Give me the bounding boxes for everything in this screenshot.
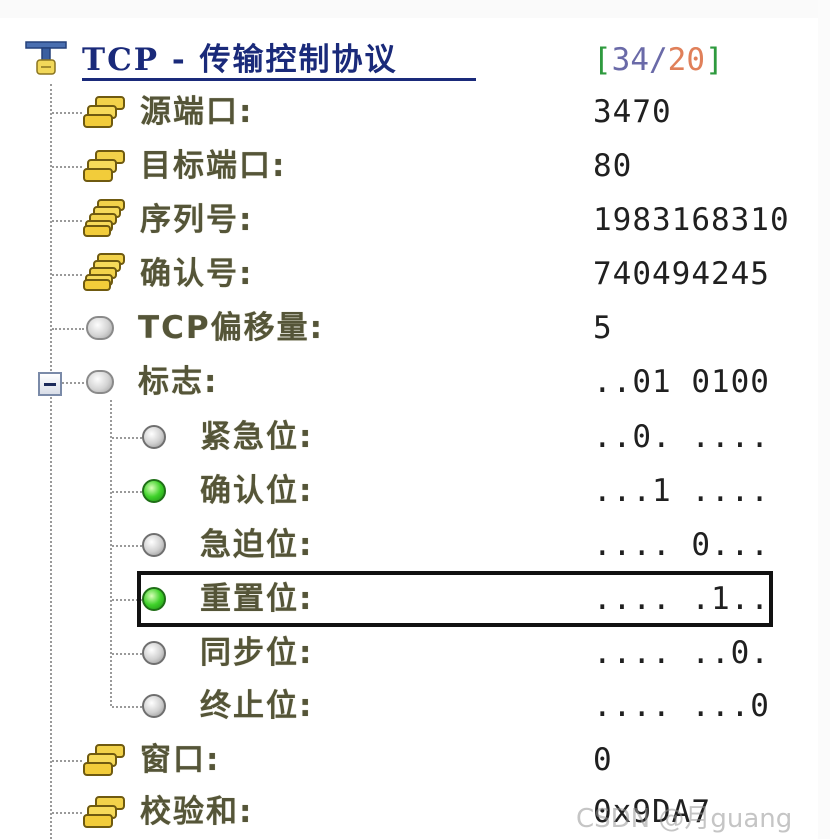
flag-row-syn[interactable]: 同步位: .... ..0. xyxy=(0,626,830,680)
field-row-ack-number[interactable]: 确认号: 740494245 xyxy=(0,247,830,301)
flag-row-push[interactable]: 急迫位: .... 0... xyxy=(0,518,830,572)
field-value: 3470 xyxy=(593,94,672,130)
field-value: 5 xyxy=(593,310,613,346)
flag-value: .... ...0 xyxy=(593,688,770,724)
flag-label: 终止位: xyxy=(200,688,314,724)
counter-length: 20 xyxy=(667,42,705,78)
field-label: 校验和: xyxy=(140,794,254,830)
byte-counter: [34/20] xyxy=(593,40,724,80)
flag-row-ack[interactable]: 确认位: ...1 .... xyxy=(0,464,830,518)
protocol-title[interactable]: TCP - 传输控制协议 xyxy=(82,40,398,80)
top-edge xyxy=(0,0,830,18)
flag-label: 同步位: xyxy=(200,635,314,671)
field-label: 源端口: xyxy=(140,94,254,130)
field-row-source-port[interactable]: 源端口: 3470 xyxy=(0,85,830,139)
field-row-destination-port[interactable]: 目标端口: 80 xyxy=(0,139,830,193)
flag-label: 紧急位: xyxy=(200,419,314,455)
flag-row-urgent[interactable]: 紧急位: ..0. .... xyxy=(0,410,830,464)
counter-bracket-open: [ xyxy=(593,42,612,78)
field-label: TCP偏移量: xyxy=(138,310,325,346)
flag-label: 急迫位: xyxy=(200,527,314,563)
counter-offset: 34 xyxy=(611,42,649,78)
field-value: 0 xyxy=(593,742,613,778)
field-label: 目标端口: xyxy=(140,148,287,184)
field-label: 标志: xyxy=(138,364,219,400)
counter-bracket-close: ] xyxy=(705,42,724,78)
field-label: 序列号: xyxy=(140,202,254,238)
flag-row-fin[interactable]: 终止位: .... ...0 xyxy=(0,679,830,733)
flag-value: ...1 .... xyxy=(593,473,770,509)
field-row-sequence-number[interactable]: 序列号: 1983168310 xyxy=(0,193,830,247)
field-label: 窗口: xyxy=(140,742,221,778)
title-underline xyxy=(82,78,476,81)
flag-value: .... 0... xyxy=(593,527,770,563)
field-row-window[interactable]: 窗口: 0 xyxy=(0,733,830,787)
selection-highlight-box xyxy=(137,571,773,627)
field-row-flags[interactable]: 标志: ..01 0100 xyxy=(0,355,830,409)
tcp-protocol-tree: TCP - 传输控制协议 [34/20] 源端口: 3470 目标端口: 80 … xyxy=(0,0,830,839)
watermark: CSDN @月guang xyxy=(576,804,793,834)
field-row-tcp-offset[interactable]: TCP偏移量: 5 xyxy=(0,301,830,355)
field-value: 80 xyxy=(593,148,633,184)
flag-value: ..0. .... xyxy=(593,419,770,455)
protocol-tree-icon xyxy=(25,41,67,75)
field-value: 1983168310 xyxy=(593,202,790,238)
field-label: 确认号: xyxy=(140,256,254,292)
flag-value: .... ..0. xyxy=(593,635,770,671)
counter-separator: / xyxy=(649,42,668,78)
field-value: ..01 0100 xyxy=(593,364,770,400)
field-value: 740494245 xyxy=(593,256,770,292)
flag-label: 确认位: xyxy=(200,473,314,509)
